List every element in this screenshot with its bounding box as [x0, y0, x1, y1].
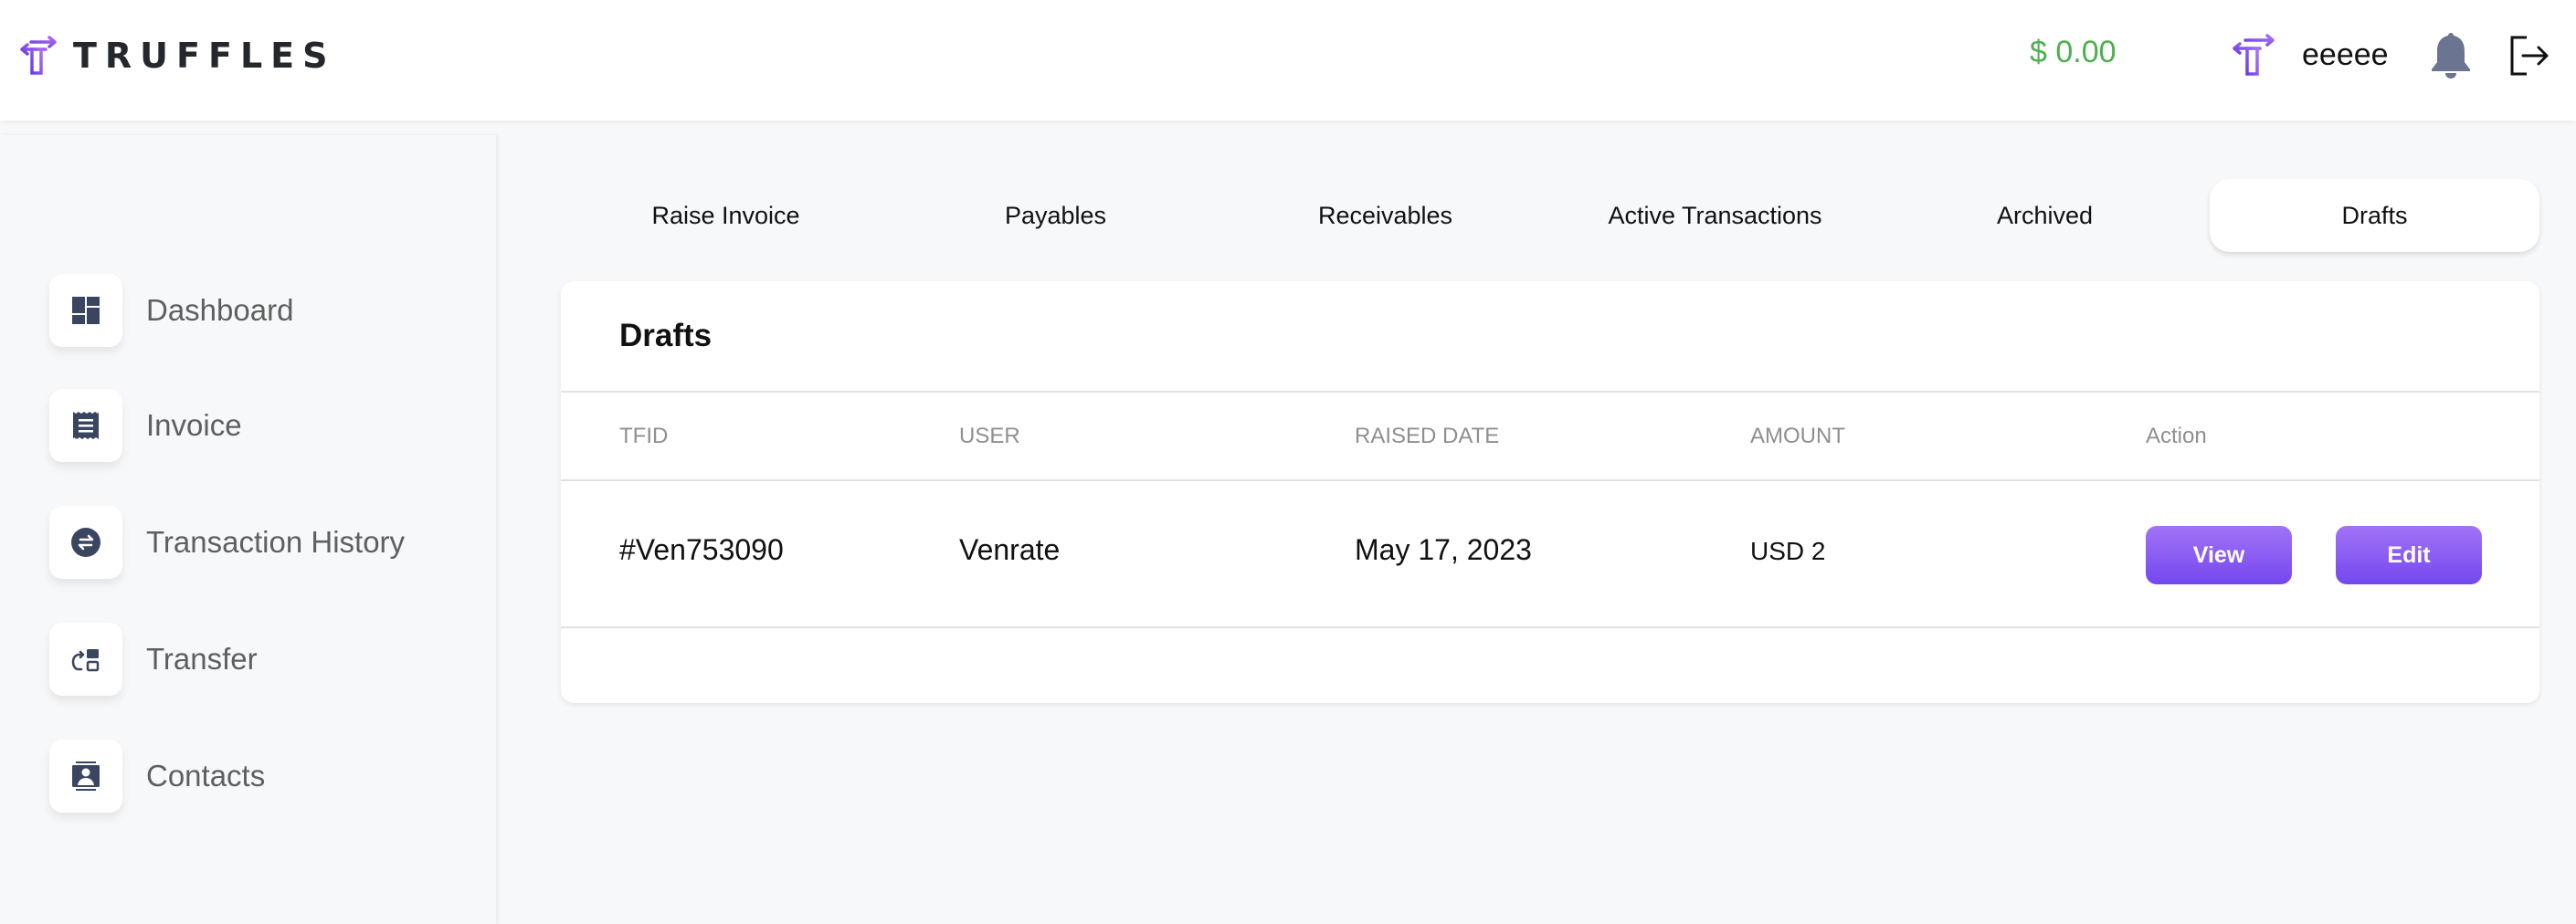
nav-icon-box: [49, 389, 122, 462]
sidebar-item-label: Transfer: [146, 642, 258, 676]
column-header-raised-date: RAISED DATE: [1355, 424, 1500, 448]
truffles-logo-icon: [20, 36, 57, 75]
nav-icon-box: [49, 274, 122, 347]
tab-drafts[interactable]: Drafts: [2210, 179, 2539, 252]
contact-card-icon: [72, 761, 100, 791]
cell-amount: USD 2: [1750, 537, 1826, 565]
nav-icon-box: [49, 506, 122, 579]
transfer-icon: [71, 649, 100, 672]
swap-circle-icon: [71, 528, 100, 557]
sidebar-item-contacts[interactable]: Contacts: [49, 740, 265, 813]
column-header-action: Action: [2146, 424, 2207, 448]
edit-button[interactable]: Edit: [2336, 526, 2482, 584]
username: eeeee: [2302, 37, 2389, 72]
divider: [561, 391, 2539, 393]
receipt-icon: [73, 412, 99, 439]
sidebar-item-transaction-history[interactable]: Transaction History: [49, 506, 405, 579]
divider: [561, 626, 2539, 628]
wallet-balance: $ 0.00: [2030, 35, 2117, 69]
bell-icon[interactable]: [2430, 29, 2472, 80]
cell-raised-date: May 17, 2023: [1355, 533, 1532, 566]
nav-icon-box: [49, 623, 122, 696]
brand-logo[interactable]: TRUFFLES: [18, 35, 336, 77]
view-button[interactable]: View: [2146, 526, 2292, 584]
cell-tfid: #Ven753090: [619, 533, 784, 566]
sidebar-item-label: Contacts: [146, 759, 266, 793]
column-header-tfid: TFID: [619, 424, 669, 448]
tab-receivables[interactable]: Receivables: [1220, 179, 1550, 252]
sidebar-item-label: Invoice: [146, 408, 242, 442]
tab-active-transactions[interactable]: Active Transactions: [1550, 179, 1880, 252]
sidebar-item-dashboard[interactable]: Dashboard: [49, 274, 293, 347]
card-title: Drafts: [619, 318, 713, 353]
nav-icon-box: [49, 740, 122, 813]
user-profile[interactable]: eeeee: [2229, 33, 2389, 77]
cell-user: Venrate: [959, 533, 1061, 566]
sidebar-item-label: Dashboard: [146, 293, 294, 327]
top-header: TRUFFLES $ 0.00 eeeee: [0, 0, 2576, 121]
sidebar-item-label: Transaction History: [146, 525, 406, 559]
invoice-tabs: Raise Invoice Payables Receivables Activ…: [561, 179, 2539, 252]
divider: [561, 479, 2539, 481]
logout-icon[interactable]: [2508, 35, 2550, 77]
tab-payables[interactable]: Payables: [891, 179, 1220, 252]
tab-raise-invoice[interactable]: Raise Invoice: [561, 179, 891, 252]
drafts-card: Drafts TFID USER RAISED DATE AMOUNT Acti…: [561, 281, 2539, 703]
sidebar-item-invoice[interactable]: Invoice: [49, 389, 242, 462]
brand-name: TRUFFLES: [73, 36, 336, 76]
tab-archived[interactable]: Archived: [1880, 179, 2210, 252]
sidebar: Dashboard Invoice Transaction History Tr…: [0, 135, 496, 924]
dashboard-icon: [72, 297, 100, 324]
sidebar-item-transfer[interactable]: Transfer: [49, 623, 258, 696]
truffles-user-icon: [2233, 34, 2275, 76]
column-header-amount: AMOUNT: [1750, 424, 1845, 448]
column-header-user: USER: [959, 424, 1020, 448]
